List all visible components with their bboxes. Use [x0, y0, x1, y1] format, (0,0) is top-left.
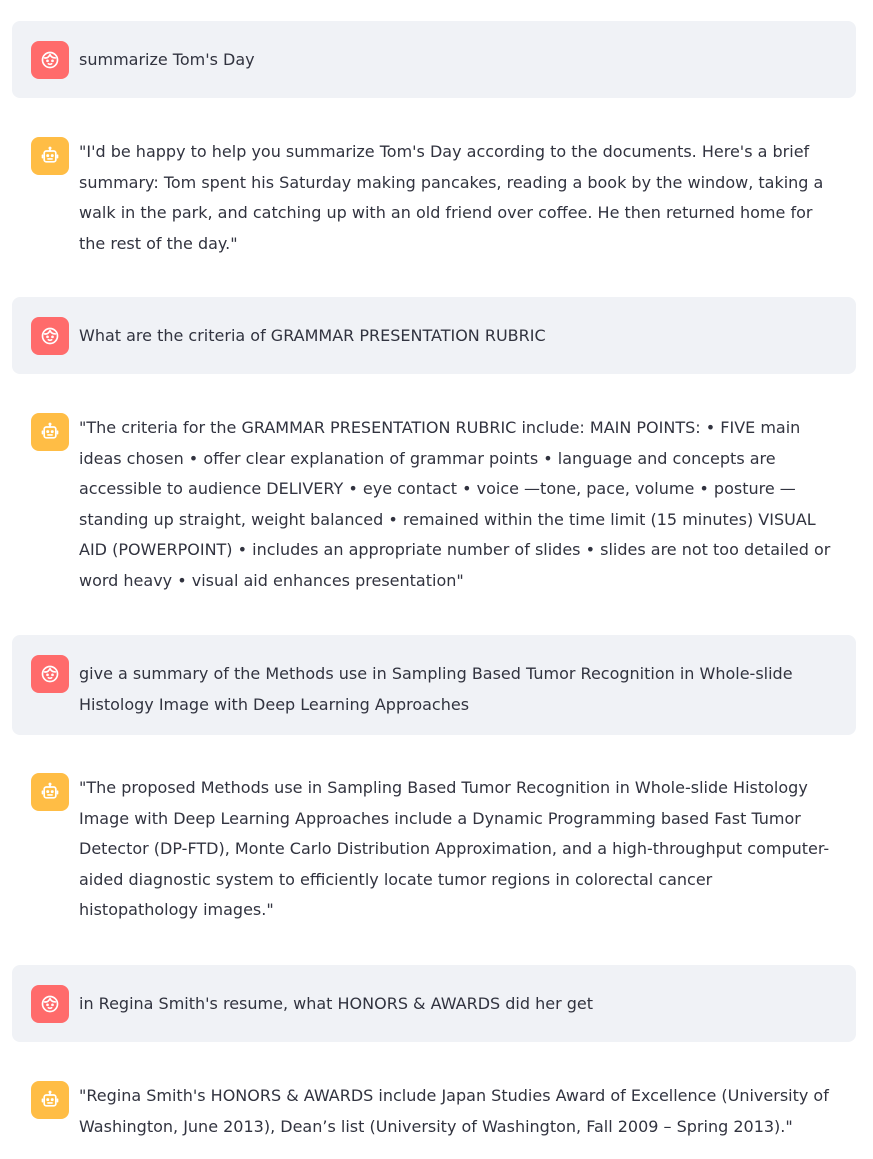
- user-face-icon: [41, 995, 59, 1013]
- user-face-icon: [41, 327, 59, 345]
- message-text: in Regina Smith's resume, what HONORS & …: [79, 994, 594, 1013]
- user-avatar: [31, 655, 69, 693]
- user-message: in Regina Smith's resume, what HONORS & …: [12, 965, 856, 1042]
- message-text: summarize Tom's Day: [79, 50, 255, 69]
- robot-icon: [41, 1090, 59, 1107]
- user-message: What are the criteria of GRAMMAR PRESENT…: [12, 297, 856, 374]
- user-message: give a summary of the Methods use in Sam…: [12, 635, 856, 735]
- assistant-avatar: [31, 773, 69, 811]
- robot-icon: [41, 782, 59, 799]
- message-text: "Regina Smith's HONORS & AWARDS include …: [79, 1086, 829, 1136]
- chat-history: summarize Tom's Day "I'd be happy to hel…: [0, 0, 873, 1159]
- user-message: summarize Tom's Day: [12, 21, 856, 98]
- message-text: "The proposed Methods use in Sampling Ba…: [79, 778, 830, 919]
- user-face-icon: [41, 51, 59, 69]
- robot-icon: [41, 422, 59, 439]
- assistant-message: "The proposed Methods use in Sampling Ba…: [12, 760, 856, 930]
- user-avatar: [31, 985, 69, 1023]
- user-face-icon: [41, 665, 59, 683]
- user-avatar: [31, 317, 69, 355]
- robot-icon: [41, 146, 59, 163]
- assistant-avatar: [31, 137, 69, 175]
- message-text: "I'd be happy to help you summarize Tom'…: [79, 142, 824, 253]
- message-text: "The criteria for the GRAMMAR PRESENTATI…: [79, 418, 831, 590]
- assistant-avatar: [31, 1081, 69, 1119]
- assistant-avatar: [31, 413, 69, 451]
- assistant-message: "Regina Smith's HONORS & AWARDS include …: [12, 1068, 856, 1159]
- assistant-message: "I'd be happy to help you summarize Tom'…: [12, 124, 856, 274]
- assistant-message: "The criteria for the GRAMMAR PRESENTATI…: [12, 400, 856, 610]
- message-text: What are the criteria of GRAMMAR PRESENT…: [79, 326, 546, 345]
- user-avatar: [31, 41, 69, 79]
- message-text: give a summary of the Methods use in Sam…: [79, 664, 793, 714]
